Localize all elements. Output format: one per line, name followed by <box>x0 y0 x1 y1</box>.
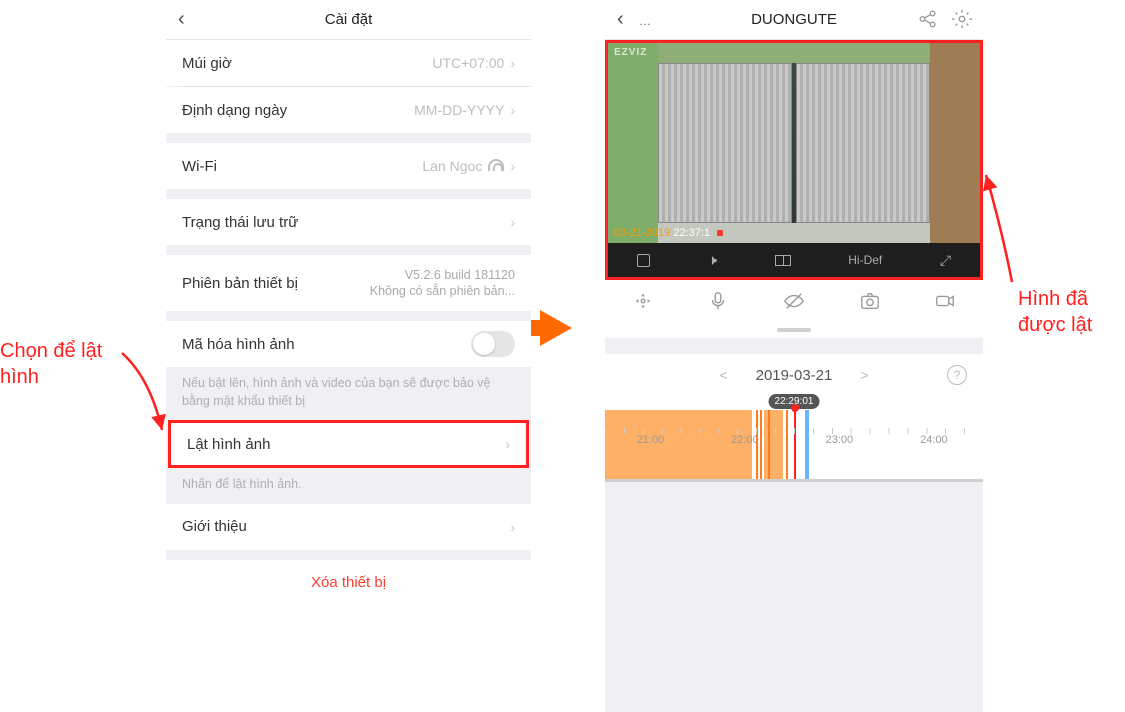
timeline-container: 22:29:01 21:00 22:00 23:00 24:00 <box>605 396 983 482</box>
date-next-button[interactable]: > <box>860 367 868 383</box>
settings-screen: ‹ Cài đặt Múi giờ UTC+07:00 › Định dạng n… <box>166 0 531 605</box>
viewer-toolbar <box>605 280 983 326</box>
chevron-right-icon: › <box>510 102 515 118</box>
mic-icon[interactable] <box>707 290 729 317</box>
timeline[interactable]: 21:00 22:00 23:00 24:00 <box>605 410 983 482</box>
row-flip-highlighted: Lật hình ảnh › <box>168 420 529 468</box>
date-prev-button[interactable]: < <box>719 367 727 383</box>
header-more-icon[interactable]: … <box>639 14 651 28</box>
timezone-label: Múi giờ <box>182 55 232 72</box>
chevron-right-icon: › <box>510 158 515 174</box>
chevron-right-icon: › <box>510 519 515 535</box>
hidef-button[interactable]: Hi-Def <box>848 253 882 267</box>
video-frame-highlighted: EZVIZ 03-21-2019 22:37:1 Hi-Def <box>605 40 983 280</box>
annotation-right-text: Hình đã được lật <box>1018 286 1092 338</box>
record-dot-icon <box>717 230 723 236</box>
fullscreen-icon[interactable] <box>940 252 951 269</box>
dateformat-label: Định dạng ngày <box>182 102 287 119</box>
viewer-screen: ‹ … DUONGUTE EZVIZ 03-21-2019 22:37:1 <box>605 0 983 712</box>
wifi-label: Wi-Fi <box>182 158 217 175</box>
about-label: Giới thiệu <box>182 518 247 535</box>
stop-icon[interactable] <box>637 254 650 267</box>
wifi-icon <box>488 161 504 171</box>
chevron-right-icon: › <box>505 436 510 452</box>
privacy-icon[interactable] <box>783 290 805 317</box>
speaker-icon[interactable] <box>707 252 716 269</box>
video-player[interactable]: EZVIZ 03-21-2019 22:37:1 <box>608 43 980 243</box>
settings-title: Cài đặt <box>325 11 373 28</box>
row-version[interactable]: Phiên bản thiết bị V5.2.6 build 181120 Kh… <box>166 255 531 311</box>
date-navigator: < 2019-03-21 > ? <box>605 354 983 396</box>
row-flip[interactable]: Lật hình ảnh › <box>171 423 526 465</box>
version-label: Phiên bản thiết bị <box>182 275 298 292</box>
share-icon[interactable] <box>917 8 939 35</box>
row-storage[interactable]: Trạng thái lưu trữ › <box>166 199 531 245</box>
layout-grid-icon[interactable] <box>775 255 791 266</box>
encrypt-label: Mã hóa hình ảnh <box>182 336 295 353</box>
ptz-icon[interactable] <box>632 290 654 317</box>
record-icon[interactable] <box>934 290 956 317</box>
back-icon[interactable]: ‹ <box>617 8 624 31</box>
chevron-right-icon: › <box>510 55 515 71</box>
viewer-title: DUONGUTE <box>751 11 837 28</box>
arrow-right-annotation <box>980 170 1020 290</box>
encrypt-note: Nếu bật lên, hình ảnh và video của bạn s… <box>166 367 531 420</box>
gear-icon[interactable] <box>951 8 973 35</box>
row-encrypt: Mã hóa hình ảnh <box>166 321 531 367</box>
annotation-left-text: Chọn để lật hình <box>0 338 102 390</box>
timezone-value: UTC+07:00 <box>432 55 504 71</box>
help-icon[interactable]: ? <box>947 365 967 385</box>
back-icon[interactable]: ‹ <box>178 8 185 31</box>
viewer-header: ‹ … DUONGUTE <box>605 0 983 40</box>
storage-label: Trạng thái lưu trữ <box>182 214 298 231</box>
drag-handle[interactable] <box>605 326 983 338</box>
chevron-right-icon: › <box>510 214 515 230</box>
version-sub: Không có sẵn phiên bản... <box>370 284 515 298</box>
flip-note: Nhấn để lật hình ảnh. <box>166 468 531 504</box>
row-timezone[interactable]: Múi giờ UTC+07:00 › <box>166 40 531 86</box>
version-value: V5.2.6 build 181120 <box>405 268 515 282</box>
dateformat-value: MM-DD-YYYY <box>414 102 504 118</box>
video-watermark: EZVIZ <box>614 47 647 58</box>
settings-header: ‹ Cài đặt <box>166 0 531 40</box>
date-label: 2019-03-21 <box>756 367 833 384</box>
delete-device-button[interactable]: Xóa thiết bị <box>166 560 531 605</box>
snapshot-icon[interactable] <box>859 290 881 317</box>
row-dateformat[interactable]: Định dạng ngày MM-DD-YYYY › <box>166 87 531 133</box>
arrow-transition <box>540 310 572 346</box>
encrypt-toggle[interactable] <box>471 331 515 357</box>
wifi-value: Lan Ngoc <box>422 158 482 174</box>
row-about[interactable]: Giới thiệu › <box>166 504 531 550</box>
video-controls-bar: Hi-Def <box>608 243 980 277</box>
flip-label: Lật hình ảnh <box>187 436 270 453</box>
video-timestamp: 03-21-2019 22:37:1 <box>614 227 723 239</box>
timeline-cursor[interactable] <box>794 408 796 482</box>
row-wifi[interactable]: Wi-Fi Lan Ngoc › <box>166 143 531 189</box>
